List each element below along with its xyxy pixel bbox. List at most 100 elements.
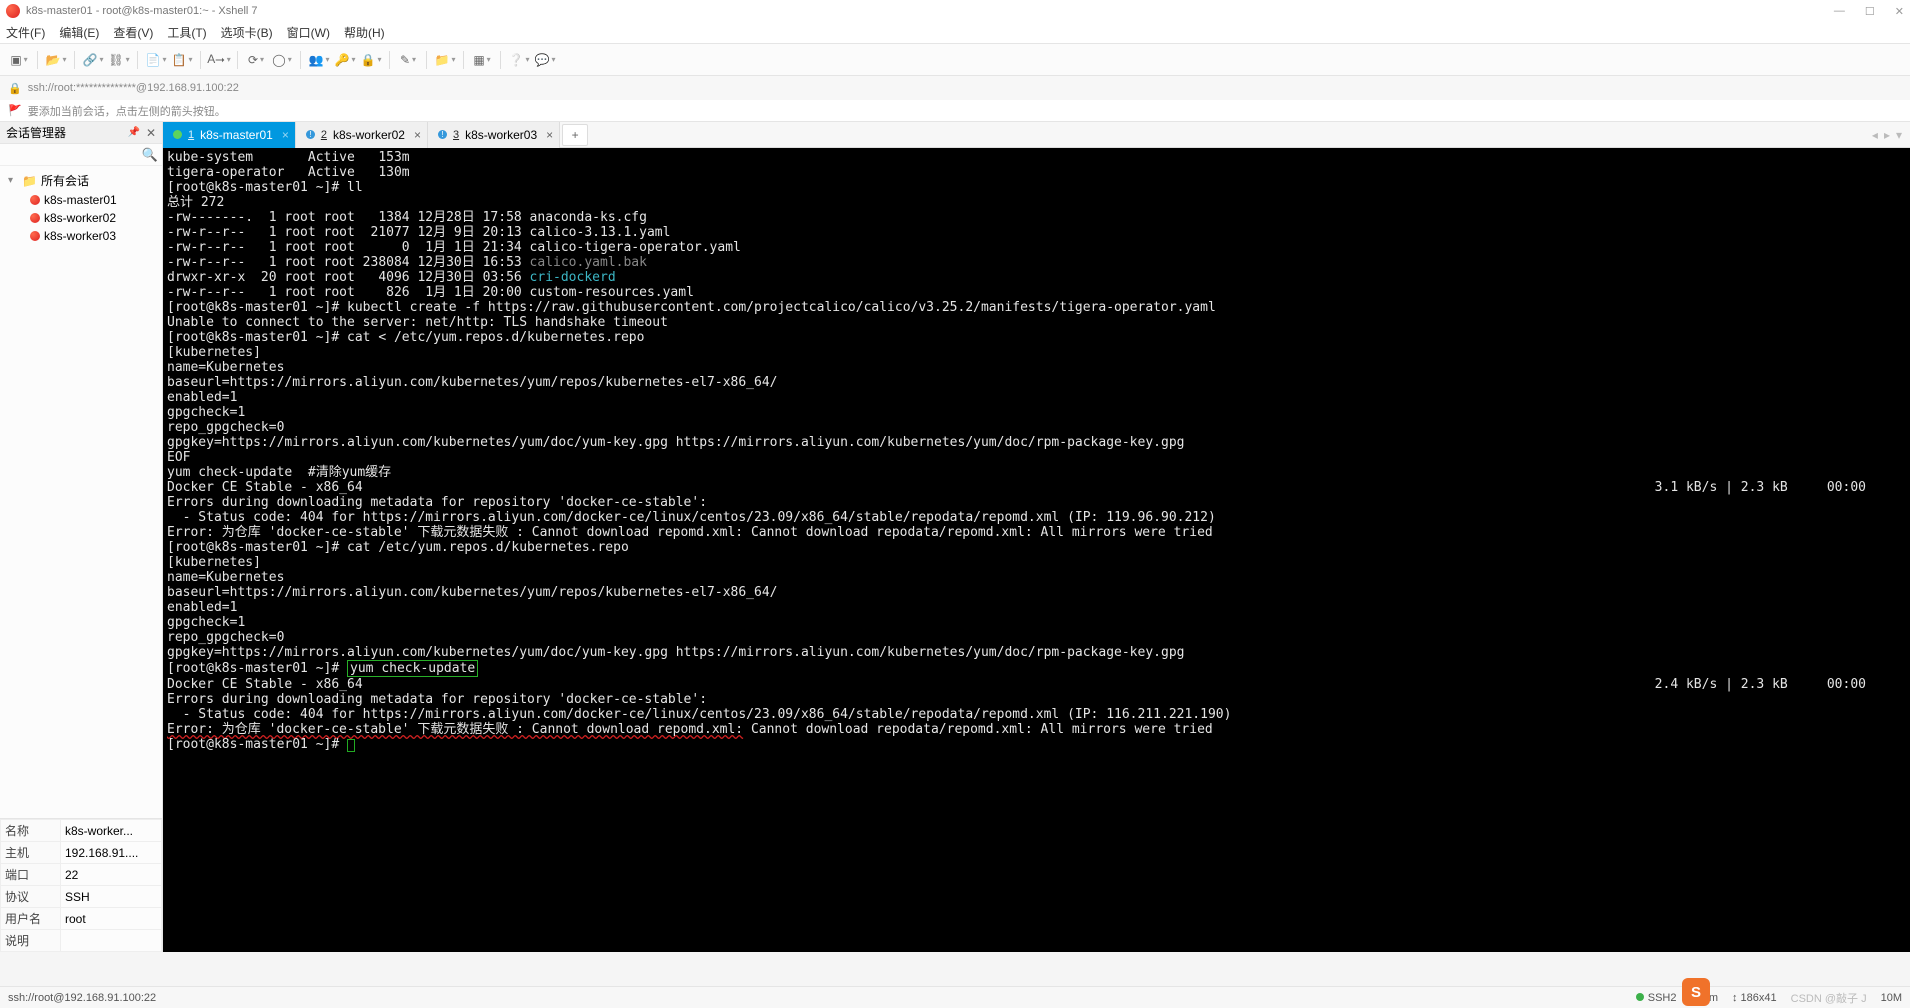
session-item[interactable]: k8s-worker03 [4,227,158,245]
terminal-line: name=Kubernetes [167,360,1906,375]
terminal-line: tigera-operator Active 130m [167,165,1906,180]
folder-open-icon[interactable]: 📁▾ [434,49,456,71]
terminal-line: Errors during downloading metadata for r… [167,692,1906,707]
menu-help[interactable]: 帮助(H) [344,24,385,41]
terminal-line: yum check-update #清除yum缓存 [167,465,1906,480]
menu-edit[interactable]: 编辑(E) [59,24,99,41]
open-icon[interactable]: 📂▾ [45,49,67,71]
reconnect-icon[interactable]: 🔗▾ [82,49,104,71]
find-icon[interactable]: A⭢▾ [208,49,230,71]
sidebar-search[interactable]: 🔍 [0,144,162,166]
key-icon[interactable]: 🔑▾ [334,49,356,71]
property-row: 名称k8s-worker... [1,820,162,842]
terminal-line: gpgkey=https://mirrors.aliyun.com/kubern… [167,435,1906,450]
paste-icon[interactable]: 📋▾ [171,49,193,71]
terminal-line: gpgkey=https://mirrors.aliyun.com/kubern… [167,645,1906,660]
sidebar-title: 会话管理器 [6,124,66,141]
terminal-line: -rw-r--r-- 1 root root 21077 12月 9日 20:1… [167,225,1906,240]
terminal-line: repo_gpgcheck=0 [167,630,1906,645]
session-tab[interactable]: !3k8s-worker03× [428,122,560,148]
session-tab[interactable]: !2k8s-worker02× [296,122,428,148]
hint-line: 🚩 要添加当前会话，点击左侧的箭头按钮。 [0,100,1910,122]
tab-strip: 1k8s-master01×!2k8s-worker02×!3k8s-worke… [163,122,1910,148]
toolbar-separator [426,51,427,69]
terminal-line: enabled=1 [167,390,1906,405]
property-key: 说明 [1,930,61,952]
collapse-icon[interactable]: ▾ [8,175,18,186]
menu-window[interactable]: 窗口(W) [287,24,330,41]
toolbar-separator [500,51,501,69]
toolbar-separator [300,51,301,69]
terminal-line: name=Kubernetes [167,570,1906,585]
tab-prev-icon[interactable]: ◂ [1872,128,1878,142]
status-bar: ssh://root@192.168.91.100:22 SSH2 xterm … [0,986,1910,1008]
terminal-line: -rw-r--r-- 1 root root 0 1月 1日 21:34 cal… [167,240,1906,255]
users-icon[interactable]: 👥▾ [308,49,330,71]
tab-number: 2 [321,129,327,141]
session-tab[interactable]: 1k8s-master01× [163,122,296,148]
tab-label: k8s-master01 [200,128,273,142]
toolbar-separator [237,51,238,69]
layout-icon[interactable]: ▦▾ [471,49,493,71]
session-label: k8s-master01 [44,193,117,207]
tab-add-button[interactable]: + [562,124,588,146]
property-key: 用户名 [1,908,61,930]
close-button[interactable]: ✕ [1895,5,1904,18]
property-key: 主机 [1,842,61,864]
tree-root[interactable]: ▾ 📁 所有会话 [4,170,158,191]
menu-bar: 文件(F) 编辑(E) 查看(V) 工具(T) 选项卡(B) 窗口(W) 帮助(… [0,22,1910,44]
tab-menu-icon[interactable]: ▾ [1896,128,1902,142]
toolbar: ▣▾ 📂▾ 🔗▾⛓▾ 📄▾📋▾ A⭢▾ ⟳▾◯▾ 👥▾🔑▾🔒▾ ✎▾ 📁▾ ▦▾ ❔▾💬▾ [0,44,1910,76]
tree-root-label: 所有会话 [41,172,89,189]
tab-close-icon[interactable]: × [546,128,553,142]
ime-badge[interactable]: S [1682,978,1710,1006]
session-item[interactable]: k8s-worker02 [4,209,158,227]
tab-next-icon[interactable]: ▸ [1884,128,1890,142]
terminal[interactable]: kube-system Active 153mtigera-operator A… [163,148,1910,952]
disconnect-icon[interactable]: ⛓▾ [108,49,130,71]
status-connection: ssh://root@192.168.91.100:22 [8,992,156,1004]
tab-nav: ◂ ▸ ▾ [1872,128,1910,142]
tab-number: 3 [453,129,459,141]
flag-icon: 🚩 [8,104,22,117]
highlight-icon[interactable]: ✎▾ [397,49,419,71]
menu-view[interactable]: 查看(V) [113,24,153,41]
terminal-line: -rw-r--r-- 1 root root 826 1月 1日 20:00 c… [167,285,1906,300]
property-value: k8s-worker... [61,820,162,842]
menu-tabs[interactable]: 选项卡(B) [221,24,273,41]
sidebar-close-icon[interactable]: ✕ [146,126,156,140]
address-bar[interactable]: 🔒 ssh://root:**************@192.168.91.1… [0,76,1910,100]
menu-file[interactable]: 文件(F) [6,24,45,41]
tab-close-icon[interactable]: × [282,128,289,142]
lock-icon[interactable]: 🔒▾ [360,49,382,71]
content-area: 1k8s-master01×!2k8s-worker02×!3k8s-worke… [163,122,1910,952]
tab-label: k8s-worker02 [333,128,405,142]
session-tree: ▾ 📁 所有会话 k8s-master01 k8s-worker02 k8s-wor… [0,166,162,818]
new-terminal-icon[interactable]: ▣▾ [8,49,30,71]
session-icon [30,213,40,223]
help-icon[interactable]: ❔▾ [508,49,530,71]
stop-icon[interactable]: ◯▾ [271,49,293,71]
terminal-line: [root@k8s-master01 ~]# [167,737,1906,752]
terminal-line: gpgcheck=1 [167,615,1906,630]
sidebar-header: 会话管理器 📌 ✕ [0,122,162,144]
terminal-line: -rw-r--r-- 1 root root 238084 12月30日 16:… [167,255,1906,270]
session-label: k8s-worker03 [44,229,116,243]
toolbar-separator [463,51,464,69]
session-item[interactable]: k8s-master01 [4,191,158,209]
toolbar-separator [137,51,138,69]
terminal-line: [root@k8s-master01 ~]# yum check-update [167,660,1906,677]
copy-icon[interactable]: 📄▾ [145,49,167,71]
menu-tools[interactable]: 工具(T) [167,24,206,41]
terminal-line: repo_gpgcheck=0 [167,420,1906,435]
terminal-line: baseurl=https://mirrors.aliyun.com/kuber… [167,585,1906,600]
pin-icon[interactable]: 📌 [127,127,139,138]
refresh-icon[interactable]: ⟳▾ [245,49,267,71]
terminal-line: EOF [167,450,1906,465]
tab-status-icon [173,130,182,139]
tab-close-icon[interactable]: × [414,128,421,142]
maximize-button[interactable]: ☐ [1865,5,1875,18]
chat-icon[interactable]: 💬▾ [534,49,556,71]
minimize-button[interactable]: — [1834,5,1845,18]
toolbar-separator [200,51,201,69]
